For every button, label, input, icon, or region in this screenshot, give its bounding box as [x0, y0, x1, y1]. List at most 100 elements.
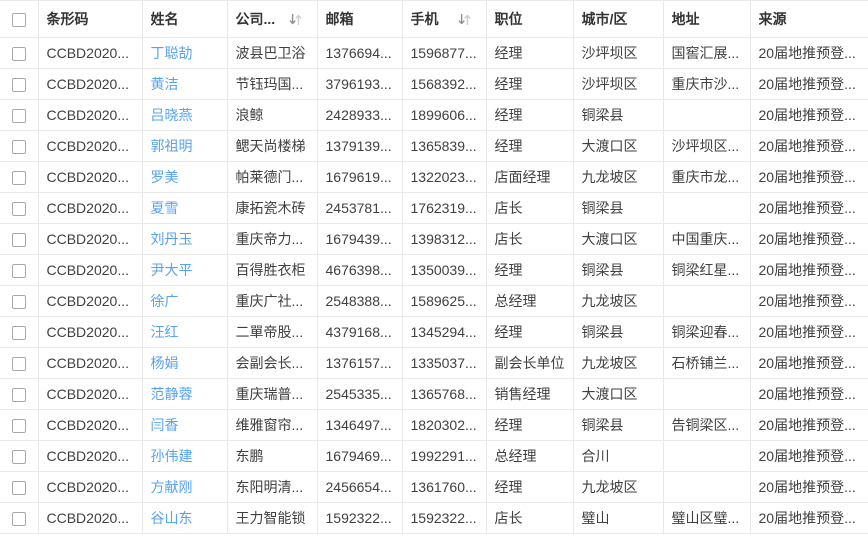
- position-cell: 经理: [485, 99, 574, 131]
- name-link[interactable]: 丁聪劼: [151, 45, 193, 61]
- phone-cell: 1322023...: [401, 161, 487, 193]
- city-cell: 九龙坡区: [572, 347, 664, 379]
- source-cell: 20届地推预登...: [749, 99, 868, 131]
- position-cell: 店长: [485, 223, 574, 255]
- column-label-source: 来源: [758, 11, 787, 27]
- address-cell: [662, 99, 751, 131]
- phone-cell: 1335037...: [401, 347, 487, 379]
- name-link[interactable]: 范静蓉: [151, 386, 193, 402]
- phone-cell: 1820302...: [401, 409, 487, 441]
- row-checkbox[interactable]: [11, 171, 26, 186]
- name-cell: 汪红: [141, 316, 228, 348]
- column-label-position: 职位: [494, 11, 523, 27]
- name-cell: 郭祖明: [141, 130, 228, 162]
- position-cell: 总经理: [485, 285, 574, 317]
- city-cell: 沙坪坝区: [572, 37, 664, 69]
- table-row: CCBD2020... 黄洁 节钰玛国... 3796193... 1568392...…: [0, 68, 868, 100]
- name-link[interactable]: 刘丹玉: [151, 231, 193, 247]
- row-select-cell: [0, 409, 39, 441]
- company-cell: 二單帝股...: [226, 316, 318, 348]
- email-cell: 2428933...: [316, 99, 403, 131]
- address-cell: [662, 378, 751, 410]
- row-checkbox[interactable]: [11, 357, 26, 372]
- company-cell: 王力智能锁: [226, 502, 318, 534]
- row-checkbox[interactable]: [11, 140, 26, 155]
- city-cell: 合川: [572, 440, 664, 472]
- barcode-cell: CCBD2020...: [37, 409, 143, 441]
- row-checkbox[interactable]: [11, 109, 26, 124]
- name-link[interactable]: 吕晓燕: [151, 107, 193, 123]
- sort-arrows-icon[interactable]: [288, 12, 303, 27]
- name-link[interactable]: 孙伟建: [151, 448, 193, 464]
- row-checkbox[interactable]: [11, 388, 26, 403]
- row-checkbox[interactable]: [11, 419, 26, 434]
- row-checkbox[interactable]: [11, 512, 26, 527]
- name-link[interactable]: 徐广: [151, 293, 179, 309]
- column-label-barcode: 条形码: [46, 11, 89, 27]
- name-link[interactable]: 杨娟: [151, 355, 179, 371]
- name-cell: 尹大平: [141, 254, 228, 286]
- barcode-cell: CCBD2020...: [37, 223, 143, 255]
- company-cell: 重庆广社...: [226, 285, 318, 317]
- column-header-position: 职位: [485, 0, 574, 38]
- name-link[interactable]: 黄洁: [151, 76, 179, 92]
- row-checkbox[interactable]: [11, 481, 26, 496]
- source-cell: 20届地推预登...: [749, 409, 868, 441]
- row-checkbox[interactable]: [11, 264, 26, 279]
- row-checkbox[interactable]: [11, 326, 26, 341]
- barcode-cell: CCBD2020...: [37, 378, 143, 410]
- row-checkbox[interactable]: [11, 450, 26, 465]
- source-cell: 20届地推预登...: [749, 37, 868, 69]
- name-link[interactable]: 罗美: [151, 169, 179, 185]
- row-checkbox[interactable]: [11, 202, 26, 217]
- phone-cell: 1365768...: [401, 378, 487, 410]
- name-link[interactable]: 汪红: [151, 324, 179, 340]
- column-header-company[interactable]: 公司...: [226, 0, 318, 38]
- name-link[interactable]: 方献刚: [151, 479, 193, 495]
- name-cell: 吕晓燕: [141, 99, 228, 131]
- row-checkbox[interactable]: [11, 47, 26, 62]
- city-cell: 沙坪坝区: [572, 68, 664, 100]
- source-cell: 20届地推预登...: [749, 68, 868, 100]
- table-row: CCBD2020... 范静蓉 重庆瑞普... 2545335... 1365768..…: [0, 378, 868, 410]
- phone-cell: 1762319...: [401, 192, 487, 224]
- source-cell: 20届地推预登...: [749, 347, 868, 379]
- column-header-select[interactable]: [0, 0, 39, 38]
- email-cell: 2453781...: [316, 192, 403, 224]
- contacts-table-page: 条形码 姓名 公司... 邮箱 手机 职位 城市/区 地址 来源 CCBD2020... 丁聪劼 波…: [0, 0, 868, 540]
- position-cell: 经理: [485, 316, 574, 348]
- barcode-cell: CCBD2020...: [37, 285, 143, 317]
- table-row: CCBD2020... 尹大平 百得胜衣柜 4676398... 1350039... 经…: [0, 254, 868, 286]
- column-header-phone[interactable]: 手机: [401, 0, 487, 38]
- address-cell: 铜梁迎春...: [662, 316, 751, 348]
- name-link[interactable]: 谷山东: [151, 510, 193, 526]
- phone-cell: 1361760...: [401, 471, 487, 503]
- barcode-cell: CCBD2020...: [37, 130, 143, 162]
- row-select-cell: [0, 161, 39, 193]
- name-link[interactable]: 闫香: [151, 417, 179, 433]
- select-all-checkbox[interactable]: [11, 13, 26, 28]
- table-header: 条形码 姓名 公司... 邮箱 手机 职位 城市/区 地址 来源: [0, 0, 868, 38]
- phone-cell: 1592322...: [401, 502, 487, 534]
- name-cell: 方献刚: [141, 471, 228, 503]
- name-link[interactable]: 夏雪: [151, 200, 179, 216]
- name-link[interactable]: 郭祖明: [151, 138, 193, 154]
- address-cell: 重庆市龙...: [662, 161, 751, 193]
- row-checkbox[interactable]: [11, 78, 26, 93]
- phone-cell: 1568392...: [401, 68, 487, 100]
- table-row: CCBD2020... 汪红 二單帝股... 4379168... 1345294...…: [0, 316, 868, 348]
- row-checkbox[interactable]: [11, 233, 26, 248]
- sort-arrows-icon[interactable]: [457, 12, 472, 27]
- phone-cell: 1350039...: [401, 254, 487, 286]
- city-cell: 大渡口区: [572, 378, 664, 410]
- row-checkbox[interactable]: [11, 295, 26, 310]
- table-row: CCBD2020... 孙伟建 东鹏 1679469... 1992291... 总经理合…: [0, 440, 868, 472]
- email-cell: 1592322...: [316, 502, 403, 534]
- position-cell: 经理: [485, 254, 574, 286]
- source-cell: 20届地推预登...: [749, 130, 868, 162]
- address-cell: [662, 192, 751, 224]
- name-link[interactable]: 尹大平: [151, 262, 193, 278]
- position-cell: 经理: [485, 130, 574, 162]
- email-cell: 2548388...: [316, 285, 403, 317]
- column-header-name: 姓名: [141, 0, 228, 38]
